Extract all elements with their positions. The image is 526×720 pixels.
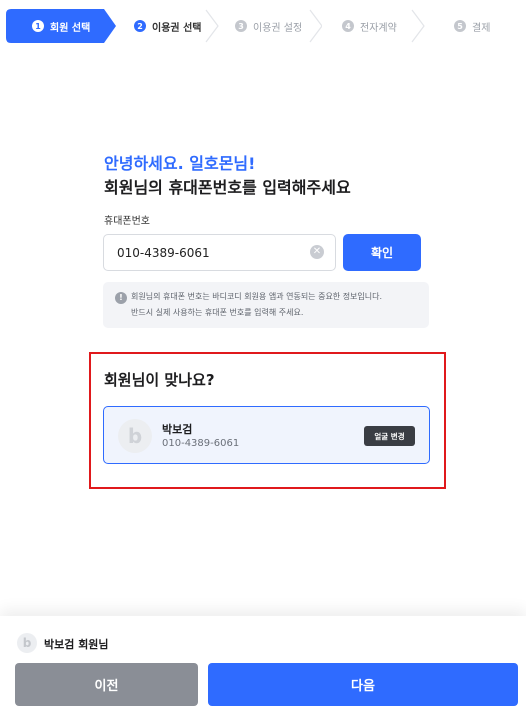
info-icon: ! xyxy=(115,292,127,304)
step-number: 4 xyxy=(342,20,354,32)
step-pass-select[interactable]: 2 이용권 선택 xyxy=(110,9,220,43)
step-label: 이용권 설정 xyxy=(253,22,303,34)
member-avatar: b xyxy=(118,419,152,453)
step-label: 결제 xyxy=(472,22,491,34)
bottom-action-bar: b 박보검 회원님 이전 다음 xyxy=(0,616,526,720)
step-label: 전자계약 xyxy=(360,22,397,34)
face-change-button[interactable]: 얼굴 변경 xyxy=(364,426,415,446)
step-payment[interactable]: 5 결제 xyxy=(430,9,526,43)
member-phone: 010-4389-6061 xyxy=(162,438,240,449)
footer-member-label: 박보검 회원님 xyxy=(44,638,109,651)
step-pass-settings[interactable]: 3 이용권 설정 xyxy=(212,9,322,43)
clear-input-icon[interactable]: ✕ xyxy=(310,245,324,259)
step-number: 5 xyxy=(454,20,466,32)
member-confirm-question: 회원님이 맞나요? xyxy=(104,371,215,389)
phone-input[interactable] xyxy=(103,234,336,271)
step-number: 2 xyxy=(134,20,146,32)
step-number: 3 xyxy=(235,20,247,32)
notice-text-line1: 회원님의 휴대폰 번호는 바디코디 회원용 앱과 연동되는 중요한 정보입니다. xyxy=(131,292,383,301)
phone-field-label: 휴대폰번호 xyxy=(104,216,150,227)
step-label: 회원 선택 xyxy=(50,22,91,34)
member-card[interactable]: b 박보검 010-4389-6061 얼굴 변경 xyxy=(103,406,430,464)
progress-stepper: 1 회원 선택 2 이용권 선택 3 이용권 설정 4 전자계약 5 결제 xyxy=(0,0,526,48)
step-label: 이용권 선택 xyxy=(152,22,202,34)
greeting-text: 안녕하세요. 일호몬님! xyxy=(104,154,256,173)
step-member-select[interactable]: 1 회원 선택 xyxy=(6,9,116,43)
phone-notice-box: ! 회원님의 휴대폰 번호는 바디코디 회원용 앱과 연동되는 중요한 정보입니… xyxy=(103,282,429,328)
step-number: 1 xyxy=(32,20,44,32)
prev-button[interactable]: 이전 xyxy=(15,663,198,706)
page-title: 회원님의 휴대폰번호를 입력해주세요 xyxy=(104,178,351,197)
member-name: 박보검 xyxy=(162,423,193,436)
next-button[interactable]: 다음 xyxy=(208,663,518,706)
confirm-button[interactable]: 확인 xyxy=(343,234,421,271)
footer-member-avatar: b xyxy=(17,633,37,653)
step-e-contract[interactable]: 4 전자계약 xyxy=(318,9,428,43)
notice-text-line2: 반드시 실제 사용하는 휴대폰 번호를 입력해 주세요. xyxy=(131,308,304,317)
